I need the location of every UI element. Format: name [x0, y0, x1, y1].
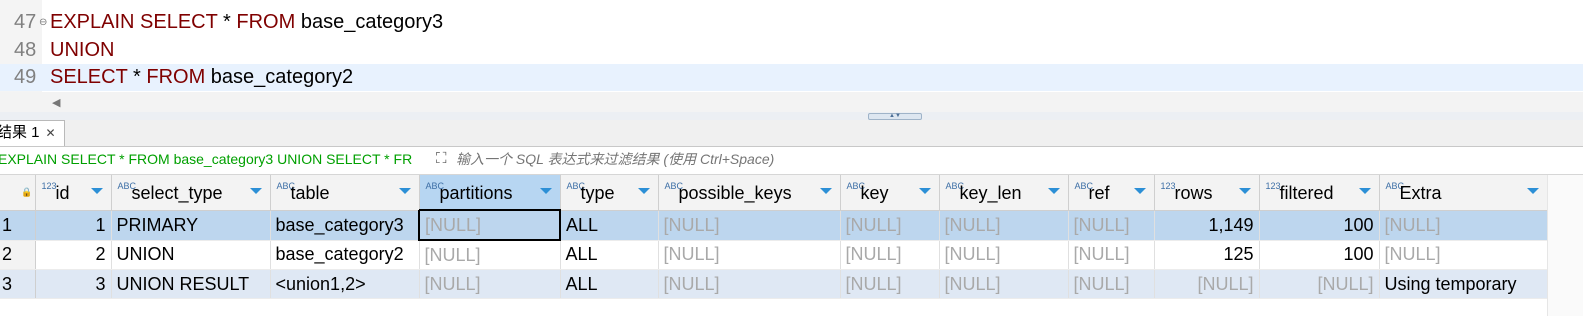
code-text[interactable]: EXPLAIN SELECT * FROM base_category3	[50, 9, 443, 36]
column-header-possible-keys[interactable]: ABC possible_keys	[658, 175, 841, 211]
fold-collapse-icon[interactable]: ⊖	[39, 9, 47, 36]
table-cell[interactable]: ALL	[560, 269, 659, 299]
table-cell[interactable]: PRIMARY	[111, 210, 271, 241]
table-row[interactable]: 1 1 PRIMARY base_category3 [NULL] ALL [N…	[0, 209, 1548, 241]
table-cell[interactable]: [NULL]	[939, 240, 1069, 270]
filter-arrow-icon[interactable]	[249, 188, 262, 194]
panel-splitter[interactable]: ▲▼	[0, 112, 1583, 120]
table-cell[interactable]: UNION	[111, 240, 271, 270]
line-number: 47	[14, 11, 37, 33]
table-cell[interactable]: 100	[1259, 210, 1380, 241]
filter-arrow-icon[interactable]	[539, 188, 552, 194]
column-header-rows[interactable]: 123 rows	[1154, 175, 1260, 211]
table-row[interactable]: 3 3 UNION RESULT <union1,2> [NULL] ALL […	[0, 269, 1548, 299]
table-cell[interactable]: <union1,2>	[270, 269, 420, 299]
column-header-ref[interactable]: ABC ref	[1068, 175, 1155, 211]
column-header-key[interactable]: ABC key	[840, 175, 940, 211]
filter-arrow-icon[interactable]	[819, 188, 832, 194]
table-cell[interactable]: base_category3	[270, 210, 420, 241]
table-cell[interactable]: [NULL]	[658, 210, 841, 241]
table-cell[interactable]: [NULL]	[840, 210, 940, 241]
table-cell[interactable]: [NULL]	[1379, 240, 1548, 270]
table-cell[interactable]: [NULL]	[939, 269, 1069, 299]
table-cell[interactable]: [NULL]	[1379, 210, 1548, 241]
filter-arrow-icon[interactable]	[918, 188, 931, 194]
column-header-select-type[interactable]: ABC select_type	[111, 175, 271, 211]
results-table: 🔒 123 id ABC select_type ABC table ABC parti…	[0, 175, 1548, 299]
filter-arrow-icon[interactable]	[1526, 188, 1539, 194]
code-line: 46	[0, 0, 1583, 8]
header-row: 🔒 123 id ABC select_type ABC table ABC parti…	[0, 175, 1548, 211]
table-cell[interactable]: [NULL]	[658, 269, 841, 299]
row-number[interactable]: 1	[0, 210, 36, 241]
table-cell[interactable]: [NULL]	[1068, 269, 1155, 299]
row-number[interactable]: 2	[0, 240, 36, 270]
code-text[interactable]: UNION	[50, 37, 114, 64]
table-cell[interactable]: ALL	[560, 240, 659, 270]
splitter-grip-icon[interactable]: ▲▼	[868, 113, 922, 120]
table-cell[interactable]: [NULL]	[1068, 240, 1155, 270]
table-cell[interactable]: Using temporary	[1379, 269, 1548, 299]
results-tab-bar: 结果 1 ✕	[0, 120, 1583, 147]
sql-editor[interactable]: 46 47 ⊖ EXPLAIN SELECT * FROM base_categ…	[0, 0, 1583, 92]
table-row[interactable]: 2 2 UNION base_category2 [NULL] ALL [NUL…	[0, 240, 1548, 270]
table-cell[interactable]: UNION RESULT	[111, 269, 271, 299]
table-cell[interactable]: [NULL]	[840, 240, 940, 270]
table-cell[interactable]: [NULL]	[840, 269, 940, 299]
code-line[interactable]: 47 ⊖ EXPLAIN SELECT * FROM base_category…	[0, 9, 1583, 36]
table-cell[interactable]: 3	[35, 269, 112, 299]
row-number[interactable]: 3	[0, 269, 36, 299]
tab-label: 结果 1	[0, 124, 40, 141]
filter-arrow-icon[interactable]	[1238, 188, 1251, 194]
table-cell[interactable]: [NULL]	[419, 240, 561, 270]
table-cell[interactable]: 100	[1259, 240, 1380, 270]
column-header-filtered[interactable]: 123 filtered	[1259, 175, 1380, 211]
table-cell[interactable]: 2	[35, 240, 112, 270]
line-number: 48	[14, 39, 37, 61]
tab-results-1[interactable]: 结果 1 ✕	[0, 120, 65, 146]
column-header-extra[interactable]: ABC Extra	[1379, 175, 1548, 211]
column-header-type[interactable]: ABC type	[560, 175, 659, 211]
table-cell[interactable]: 125	[1154, 240, 1260, 270]
close-tab-icon[interactable]: ✕	[46, 126, 56, 140]
filter-arrow-icon[interactable]	[90, 188, 103, 194]
filter-arrow-icon[interactable]	[1133, 188, 1146, 194]
filter-arrow-icon[interactable]	[398, 188, 411, 194]
table-cell[interactable]: 1,149	[1154, 210, 1260, 241]
table-cell[interactable]: 1	[35, 210, 112, 241]
table-cell[interactable]: [NULL]	[939, 210, 1069, 241]
table-cell[interactable]: [NULL]	[419, 269, 561, 299]
table-cell[interactable]: [NULL]	[1068, 210, 1155, 241]
column-header-table[interactable]: ABC table	[270, 175, 420, 211]
grid-vertical-scrollbar[interactable]	[1547, 175, 1583, 316]
filter-arrow-icon[interactable]	[1047, 188, 1060, 194]
lock-icon: 🔒	[21, 187, 33, 197]
code-line-current[interactable]: 49 SELECT * FROM base_category2	[0, 64, 1583, 91]
filter-arrow-icon[interactable]	[637, 188, 650, 194]
table-cell[interactable]: [NULL]	[658, 240, 841, 270]
results-grid[interactable]: 🔒 123 id ABC select_type ABC table ABC parti…	[0, 175, 1583, 316]
table-cell[interactable]: [NULL]	[1154, 269, 1260, 299]
filter-arrow-icon[interactable]	[1358, 188, 1371, 194]
row-number-header[interactable]: 🔒	[0, 175, 36, 211]
code-text[interactable]: SELECT * FROM base_category2	[50, 64, 353, 91]
column-header-key-len[interactable]: ABC key_len	[939, 175, 1069, 211]
line-number: 49	[14, 66, 37, 88]
query-text: EXPLAIN SELECT * FROM base_category3 UNI…	[0, 151, 413, 167]
table-cell-focused[interactable]: [NULL]	[418, 209, 561, 241]
expand-icon[interactable]: ⛶	[436, 150, 447, 167]
editor-horizontal-scrollbar[interactable]: ◀	[0, 92, 1583, 112]
filter-bar: EXPLAIN SELECT * FROM base_category3 UNI…	[0, 147, 1583, 175]
code-line[interactable]: 48 UNION	[0, 37, 1583, 64]
line-number: 46	[14, 0, 40, 8]
table-cell[interactable]: ALL	[560, 210, 659, 241]
table-cell[interactable]: base_category2	[270, 240, 420, 270]
column-header-id[interactable]: 123 id	[35, 175, 112, 211]
column-header-partitions[interactable]: ABC partitions	[419, 175, 561, 211]
table-cell[interactable]: [NULL]	[1259, 269, 1380, 299]
scroll-left-arrow-icon[interactable]: ◀	[52, 96, 60, 109]
filter-input[interactable]	[456, 151, 1156, 167]
